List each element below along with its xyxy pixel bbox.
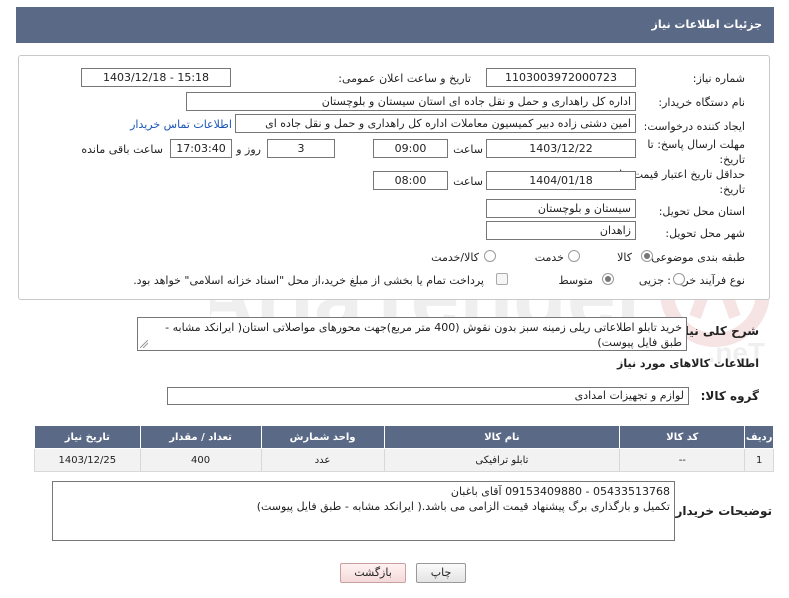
resize-grip-icon[interactable] — [140, 340, 148, 348]
remaining-time-field: 17:03:40 — [170, 139, 232, 158]
buyer-contact-link[interactable]: اطلاعات تماس خریدار — [130, 118, 232, 131]
announce-date-field: 1403/12/18 - 15:18 — [81, 68, 231, 87]
col-unit: واحد شمارش — [260, 425, 385, 449]
goods-table-header: ردیف کد کالا نام کالا واحد شمارش تعداد /… — [34, 425, 774, 449]
remaining-time-label: ساعت باقی مانده — [81, 143, 163, 156]
col-goods-code: کد کالا — [619, 425, 746, 449]
buyer-field: اداره کل راهداری و حمل و نقل جاده ای است… — [186, 92, 636, 111]
remaining-days-field: 3 — [267, 139, 335, 158]
creator-field: امین دشتی زاده دبیر کمیسیون معاملات ادار… — [235, 114, 636, 133]
buyer-label: نام دستگاه خریدار: — [658, 96, 745, 109]
cell-goods-name: تابلو ترافیکی — [383, 448, 621, 472]
need-number-field: 1103003972000723 — [486, 68, 636, 87]
buyer-notes-textarea: 05433513768 - 09153409880 آقای باغبان تک… — [52, 481, 675, 541]
treasury-payment-note: پرداخت تمام یا بخشی از مبلغ خرید،از محل … — [133, 274, 484, 287]
process-minor-radio[interactable] — [673, 273, 685, 285]
description-textarea: خرید تابلو اطلاعاتی ریلی زمینه سبز بدون … — [137, 317, 687, 351]
cell-quantity: 400 — [139, 448, 262, 472]
cell-unit: عدد — [260, 448, 385, 472]
col-goods-name: نام کالا — [383, 425, 621, 449]
validity-label-line2: تاریخ: — [719, 183, 745, 196]
need-number-label: شماره نیاز: — [692, 72, 745, 85]
process-medium-radio[interactable] — [602, 273, 614, 285]
process-minor-label: جزیی — [638, 274, 664, 287]
category-service-label: خدمت — [534, 251, 564, 264]
deadline-label-line1: مهلت ارسال پاسخ: تا — [647, 138, 745, 151]
cell-row-number: 1 — [744, 448, 774, 472]
category-label: طبقه بندی موضوعی: — [647, 251, 745, 264]
cell-goods-code: -- — [619, 448, 746, 472]
category-service-radio[interactable] — [568, 250, 580, 262]
goods-section-title: اطلاعات کالاهای مورد نیاز — [617, 357, 759, 370]
validity-date-field: 1404/01/18 — [486, 171, 636, 190]
city-field: زاهدان — [486, 221, 636, 240]
goods-table: ردیف کد کالا نام کالا واحد شمارش تعداد /… — [34, 425, 774, 472]
description-text: خرید تابلو اطلاعاتی ریلی زمینه سبز بدون … — [165, 321, 682, 349]
creator-label: ایجاد کننده درخواست: — [643, 120, 745, 133]
process-medium-label: متوسط — [558, 274, 593, 287]
province-field: سیستان و بلوچستان — [486, 199, 636, 218]
province-label: استان محل تحویل: — [658, 205, 745, 218]
col-quantity: تعداد / مقدار — [139, 425, 262, 449]
city-label: شهر محل تحویل: — [665, 227, 745, 240]
cell-need-date: 1403/12/25 — [34, 448, 141, 472]
table-row: 1 -- تابلو ترافیکی عدد 400 1403/12/25 — [34, 448, 774, 472]
deadline-time-field: 09:00 — [373, 139, 448, 158]
page-header: جزئیات اطلاعات نیاز — [16, 7, 774, 43]
category-goods-label: کالا — [617, 251, 632, 264]
category-goods-service-label: کالا/خدمت — [431, 251, 479, 264]
validity-time-label: ساعت — [453, 175, 483, 188]
category-goods-radio[interactable] — [641, 250, 653, 262]
buyer-notes-label: توضیحات خریدار: — [670, 504, 772, 518]
buyer-notes-line2: تکمیل و بارگذاری برگ پیشنهاد قیمت الزامی… — [256, 500, 670, 513]
col-row-number: ردیف — [744, 425, 774, 449]
deadline-label-line2: تاریخ: — [719, 153, 745, 166]
col-need-date: تاریخ نیاز — [34, 425, 141, 449]
back-button[interactable]: بازگشت — [340, 563, 406, 583]
goods-group-field: لوازم و تجهیزات امدادی — [167, 387, 689, 405]
validity-time-field: 08:00 — [373, 171, 448, 190]
validity-label-line1: حداقل تاریخ اعتبار قیمت: تا — [619, 168, 745, 181]
page-title: جزئیات اطلاعات نیاز — [651, 18, 763, 31]
buyer-notes-line1: 05433513768 - 09153409880 آقای باغبان — [450, 485, 670, 498]
goods-group-label: گروه کالا: — [700, 389, 759, 403]
days-label: روز و — [236, 143, 261, 156]
announce-label: تاریخ و ساعت اعلان عمومی: — [338, 72, 471, 85]
deadline-date-field: 1403/12/22 — [486, 139, 636, 158]
treasury-payment-checkbox[interactable] — [496, 273, 508, 285]
deadline-time-label: ساعت — [453, 143, 483, 156]
category-goods-service-radio[interactable] — [484, 250, 496, 262]
print-button[interactable]: چاپ — [416, 563, 466, 583]
